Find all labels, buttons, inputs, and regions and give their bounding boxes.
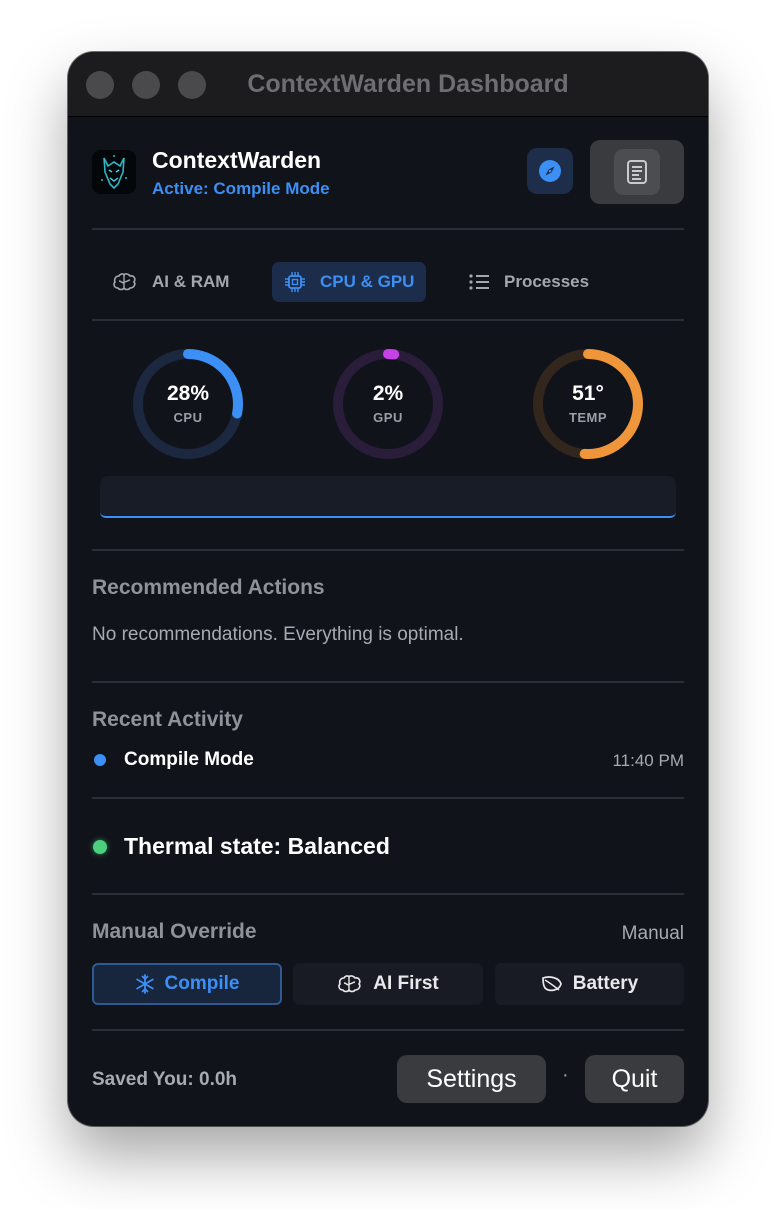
temp-value: 51° bbox=[572, 382, 604, 405]
tab-label-ai-ram: AI & RAM bbox=[152, 272, 230, 291]
settings-button[interactable]: Settings bbox=[397, 1055, 546, 1103]
thermal-status-dot bbox=[93, 840, 107, 854]
override-divider bbox=[92, 1029, 684, 1031]
temp-label: TEMP bbox=[568, 410, 608, 425]
activity-divider bbox=[92, 797, 684, 799]
compass-icon bbox=[539, 160, 561, 182]
document-icon bbox=[627, 160, 647, 184]
ai-first-mode-button[interactable]: AI First bbox=[293, 963, 483, 1005]
battery-mode-label: Battery bbox=[572, 973, 639, 994]
active-mode-status: Active: Compile Mode bbox=[152, 179, 330, 198]
dashboard-window: ContextWarden Dashboard ContextWarden Ac… bbox=[68, 52, 708, 1126]
report-button[interactable] bbox=[590, 140, 684, 204]
title-bar: ContextWarden Dashboard bbox=[68, 52, 708, 117]
footer-separator: · bbox=[562, 1064, 569, 1086]
quit-button[interactable]: Quit bbox=[585, 1055, 684, 1103]
temp-gauge: 51° TEMP bbox=[530, 346, 646, 462]
compass-button[interactable] bbox=[527, 148, 573, 194]
window-title: ContextWarden Dashboard bbox=[247, 70, 569, 98]
cpu-label: CPU bbox=[173, 410, 203, 425]
gpu-gauge: 2% GPU bbox=[330, 346, 446, 462]
gpu-value: 2% bbox=[372, 382, 404, 405]
usage-graph bbox=[100, 476, 676, 518]
compile-mode-label: Compile bbox=[164, 973, 240, 994]
gauges-divider bbox=[92, 549, 684, 551]
brain-icon bbox=[113, 273, 136, 291]
app-logo-icon bbox=[92, 150, 136, 194]
cpu-gauge: 28% CPU bbox=[130, 346, 246, 462]
override-mode-label: Manual bbox=[621, 923, 684, 944]
tabs-divider bbox=[92, 319, 684, 321]
recommended-actions-title: Recommended Actions bbox=[92, 576, 325, 599]
tab-label-cpu-gpu: CPU & GPU bbox=[320, 272, 415, 291]
thermal-state: Thermal state: Balanced bbox=[124, 833, 390, 859]
activity-item-name: Compile Mode bbox=[124, 749, 254, 770]
activity-item-time: 11:40 PM bbox=[612, 751, 684, 770]
battery-mode-button[interactable]: Battery bbox=[495, 963, 684, 1005]
gpu-label: GPU bbox=[373, 410, 403, 425]
time-saved: Saved You: 0.0h bbox=[92, 1069, 238, 1090]
tab-ai-ram[interactable]: AI & RAM bbox=[100, 262, 241, 302]
brain-icon bbox=[338, 975, 361, 993]
tab-cpu-gpu[interactable]: CPU & GPU bbox=[272, 262, 427, 302]
recent-activity-title: Recent Activity bbox=[92, 708, 243, 731]
thermal-divider bbox=[92, 893, 684, 895]
list-icon bbox=[469, 274, 489, 290]
chip-icon bbox=[285, 272, 305, 292]
cpu-value: 28% bbox=[166, 382, 210, 405]
tab-label-processes: Processes bbox=[504, 272, 590, 291]
leaf-icon bbox=[541, 976, 562, 992]
tab-processes[interactable]: Processes bbox=[456, 262, 601, 302]
manual-override-title: Manual Override bbox=[92, 920, 257, 943]
recommendations-divider bbox=[92, 681, 684, 683]
snowflake-icon bbox=[135, 974, 154, 994]
app-name: ContextWarden bbox=[152, 147, 322, 173]
activity-status-dot bbox=[94, 754, 106, 766]
header-divider bbox=[92, 228, 684, 230]
recommendations-text: No recommendations. Everything is optima… bbox=[92, 624, 464, 645]
ai-first-mode-label: AI First bbox=[373, 973, 439, 994]
compile-mode-button[interactable]: Compile bbox=[92, 963, 282, 1005]
